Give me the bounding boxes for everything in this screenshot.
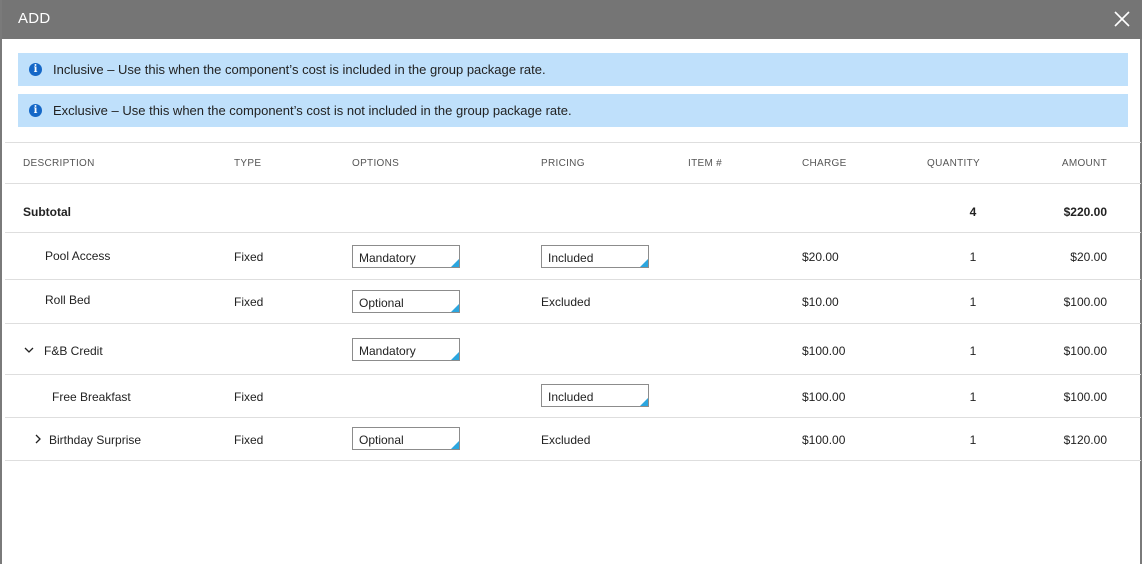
- pricing-select[interactable]: Included: [541, 245, 649, 268]
- column-header-pricing: PRICING: [541, 158, 585, 169]
- info-icon: i: [29, 63, 42, 76]
- row-amount: $20.00: [1070, 250, 1107, 264]
- row-charge: $100.00: [802, 390, 846, 404]
- divider: [5, 232, 1141, 233]
- row-charge: $20.00: [802, 250, 839, 264]
- row-description: Pool Access: [45, 249, 111, 263]
- divider: [5, 279, 1141, 280]
- chevron-right-icon[interactable]: [33, 434, 43, 444]
- row-type: Fixed: [234, 295, 264, 309]
- options-select-value: Mandatory: [359, 251, 416, 265]
- add-component-modal: ADD i Inclusive – Use this when the comp…: [0, 0, 1142, 564]
- options-select[interactable]: Optional: [352, 290, 460, 313]
- options-select[interactable]: Mandatory: [352, 338, 460, 361]
- divider: [5, 374, 1141, 375]
- info-icon: i: [29, 104, 42, 117]
- row-description: Free Breakfast: [52, 390, 131, 404]
- row-charge: $100.00: [802, 344, 846, 358]
- column-header-charge: CHARGE: [802, 158, 847, 169]
- subtotal-amount: $220.00: [1063, 205, 1107, 219]
- divider: [5, 142, 1141, 143]
- pricing-select[interactable]: Included: [541, 384, 649, 407]
- options-select-value: Mandatory: [359, 344, 416, 358]
- column-header-item-number: ITEM #: [688, 158, 723, 169]
- row-amount: $120.00: [1063, 433, 1107, 447]
- row-quantity: 1: [969, 433, 977, 447]
- column-header-type: TYPE: [234, 158, 262, 169]
- row-charge: $10.00: [802, 295, 839, 309]
- chevron-down-icon[interactable]: [24, 345, 34, 355]
- modal-header: ADD: [2, 0, 1142, 39]
- subtotal-quantity: 4: [969, 205, 977, 219]
- dropdown-corner-icon: [451, 259, 459, 267]
- divider: [5, 417, 1141, 418]
- row-description: Roll Bed: [45, 293, 91, 307]
- column-header-options: OPTIONS: [352, 158, 400, 169]
- column-header-description: DESCRIPTION: [23, 158, 95, 169]
- dropdown-corner-icon: [640, 259, 648, 267]
- row-description: Birthday Surprise: [49, 433, 142, 447]
- close-icon[interactable]: [1112, 9, 1132, 29]
- column-header-amount: AMOUNT: [1061, 158, 1107, 169]
- row-amount: $100.00: [1063, 344, 1107, 358]
- divider: [5, 183, 1141, 184]
- row-charge: $100.00: [802, 433, 846, 447]
- row-type: Fixed: [234, 433, 264, 447]
- row-description: F&B Credit: [44, 344, 103, 358]
- banner-text: Inclusive – Use this when the component’…: [53, 62, 546, 77]
- pricing-select-value: Included: [548, 251, 594, 265]
- dropdown-corner-icon: [640, 398, 648, 406]
- row-amount: $100.00: [1063, 295, 1107, 309]
- row-quantity: 1: [969, 250, 977, 264]
- exclusive-info-banner: i Exclusive – Use this when the componen…: [18, 94, 1128, 127]
- divider: [5, 460, 1141, 461]
- inclusive-info-banner: i Inclusive – Use this when the componen…: [18, 53, 1128, 86]
- column-header-quantity: QUANTITY: [927, 158, 980, 169]
- options-select-value: Optional: [359, 433, 404, 447]
- options-select-value: Optional: [359, 296, 404, 310]
- subtotal-label: Subtotal: [23, 205, 71, 219]
- row-type: Fixed: [234, 250, 264, 264]
- dropdown-corner-icon: [451, 304, 459, 312]
- options-select[interactable]: Mandatory: [352, 245, 460, 268]
- row-type: Fixed: [234, 390, 264, 404]
- row-quantity: 1: [969, 295, 977, 309]
- modal-title: ADD: [18, 10, 51, 27]
- pricing-select-value: Included: [548, 390, 594, 404]
- row-pricing: Excluded: [541, 295, 591, 309]
- row-quantity: 1: [969, 344, 977, 358]
- dropdown-corner-icon: [451, 441, 459, 449]
- dropdown-corner-icon: [451, 352, 459, 360]
- divider: [5, 323, 1141, 324]
- row-quantity: 1: [969, 390, 977, 404]
- banner-text: Exclusive – Use this when the component’…: [53, 103, 572, 118]
- row-amount: $100.00: [1063, 390, 1107, 404]
- options-select[interactable]: Optional: [352, 427, 460, 450]
- row-pricing: Excluded: [541, 433, 591, 447]
